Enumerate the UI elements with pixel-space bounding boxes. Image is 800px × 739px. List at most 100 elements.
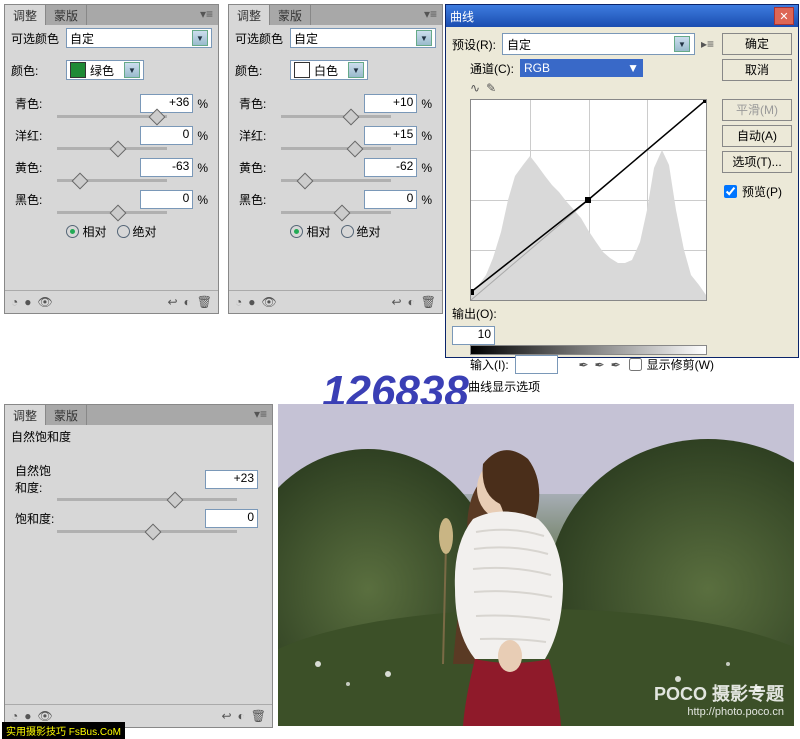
close-icon[interactable]: ✕ [774,7,794,25]
out-val[interactable]: 10 [452,326,495,345]
chevron-down-icon: ▼ [416,30,432,46]
icon[interactable]: ◔ [235,295,242,309]
slider-track[interactable] [281,211,391,214]
title: 可选颜色 [235,30,290,47]
in-lbl: 输入(I): [470,356,509,373]
in-ramp[interactable] [470,345,707,355]
icon[interactable]: ↩ [391,295,401,309]
slider-val[interactable]: -63 [140,158,193,177]
preview-chk[interactable]: 预览(P) [722,183,792,200]
slider-val[interactable]: +23 [205,470,258,489]
dlg-title: 曲线 [450,8,474,25]
slider-track[interactable] [57,530,237,533]
color-dd[interactable]: 绿色▼ [66,60,144,80]
footer-credit: 实用摄影技巧 FsBus.CoM [2,722,125,739]
icon[interactable]: ↩ [167,295,177,309]
slider-lbl: 青色: [239,95,281,112]
preset-dd[interactable]: 自定▼ [502,33,695,55]
panel-menu[interactable]: ▾≡ [419,5,442,25]
slider-val[interactable]: 0 [205,509,258,528]
tab-adjust[interactable]: 调整 [229,5,270,25]
slider-lbl: 黄色: [239,159,281,176]
chevron-down-icon: ▼ [124,62,140,78]
slider-track[interactable] [57,211,167,214]
out-lbl: 输出(O): [452,305,497,322]
swatch-icon [70,62,86,78]
tab-adjust[interactable]: 调整 [5,405,46,425]
slider-track[interactable] [281,115,391,118]
slider-lbl: 黑色: [15,191,57,208]
smooth-button: 平滑(M) [722,99,792,121]
slider-val[interactable]: +10 [364,94,417,113]
chevron-down-icon: ▼ [348,62,364,78]
channel-dd[interactable]: RGB▼ [520,59,643,77]
pencil-icon[interactable]: ✎ [486,81,496,95]
brand: POCO 摄影专题http://photo.poco.cn [654,680,784,718]
slider-val[interactable]: 0 [364,190,417,209]
slider-lbl: 黄色: [15,159,57,176]
icon[interactable]: ◐ [184,295,191,309]
icon[interactable]: ● [24,295,31,309]
slider-track[interactable] [281,147,391,150]
chan-lbl: 通道(C): [470,60,514,77]
mode-rel[interactable]: 相对 [66,223,106,240]
icon[interactable]: ↩ [221,709,231,723]
eyedrop-icon[interactable]: ✒ [578,358,588,372]
panel-menu[interactable]: ▾≡ [249,405,272,425]
eye-icon[interactable]: 👁 [38,295,53,309]
icon[interactable]: ● [24,709,31,723]
options-button[interactable]: 选项(T)... [722,151,792,173]
trash-icon[interactable]: 🗑 [251,709,266,723]
photo: POCO 摄影专题http://photo.poco.cn [278,404,794,726]
slider-track[interactable] [57,115,167,118]
tab-mask[interactable]: 蒙版 [46,405,87,425]
eye-icon[interactable]: 👁 [38,709,53,723]
slider-val[interactable]: +15 [364,126,417,145]
slider-val[interactable]: 0 [140,190,193,209]
eyedrop-icon[interactable]: ✒ [611,358,621,372]
slider-track[interactable] [57,147,167,150]
icon[interactable]: ◐ [408,295,415,309]
tab-mask[interactable]: 蒙版 [270,5,311,25]
eyedrop-icon[interactable]: ✒ [595,358,605,372]
slider-val[interactable]: 0 [140,126,193,145]
slider-track[interactable] [281,179,391,182]
color-lbl: 颜色: [11,62,66,79]
color-lbl: 颜色: [235,62,290,79]
preset-dd[interactable]: 自定▼ [290,28,436,48]
mode-rel[interactable]: 相对 [290,223,330,240]
show-clip[interactable]: 显示修剪(W) [627,356,714,373]
slider-val[interactable]: -62 [364,158,417,177]
slider-val[interactable]: +36 [140,94,193,113]
panel-menu[interactable]: ▾≡ [195,5,218,25]
slider-track[interactable] [57,179,167,182]
slider-lbl: 饱和度: [15,510,57,527]
color-dd[interactable]: 白色▼ [290,60,368,80]
icon[interactable]: ◔ [11,709,18,723]
chevron-down-icon: ▼ [192,30,208,46]
tab-adjust[interactable]: 调整 [5,5,46,25]
opts[interactable]: 曲线显示选项 [468,378,540,395]
cancel-button[interactable]: 取消 [722,59,792,81]
icon[interactable]: ◐ [238,709,245,723]
icon[interactable]: ● [248,295,255,309]
auto-button[interactable]: 自动(A) [722,125,792,147]
mode-abs[interactable]: 绝对 [341,223,381,240]
ok-button[interactable]: 确定 [722,33,792,55]
swatch-icon [294,62,310,78]
icon[interactable]: ◔ [11,295,18,309]
mode-abs[interactable]: 绝对 [117,223,157,240]
curves-chart[interactable] [470,99,707,301]
title: 自然饱和度 [11,428,71,445]
preset-dd[interactable]: 自定▼ [66,28,212,48]
menu-icon[interactable]: ▸≡ [701,37,714,51]
trash-icon[interactable]: 🗑 [421,295,436,309]
curve-tool-icon[interactable]: ∿ [470,81,480,95]
in-val[interactable] [515,355,558,374]
slider-lbl: 洋红: [239,127,281,144]
preset-lbl: 预设(R): [452,36,496,53]
slider-track[interactable] [57,498,237,501]
eye-icon[interactable]: 👁 [262,295,277,309]
trash-icon[interactable]: 🗑 [197,295,212,309]
tab-mask[interactable]: 蒙版 [46,5,87,25]
